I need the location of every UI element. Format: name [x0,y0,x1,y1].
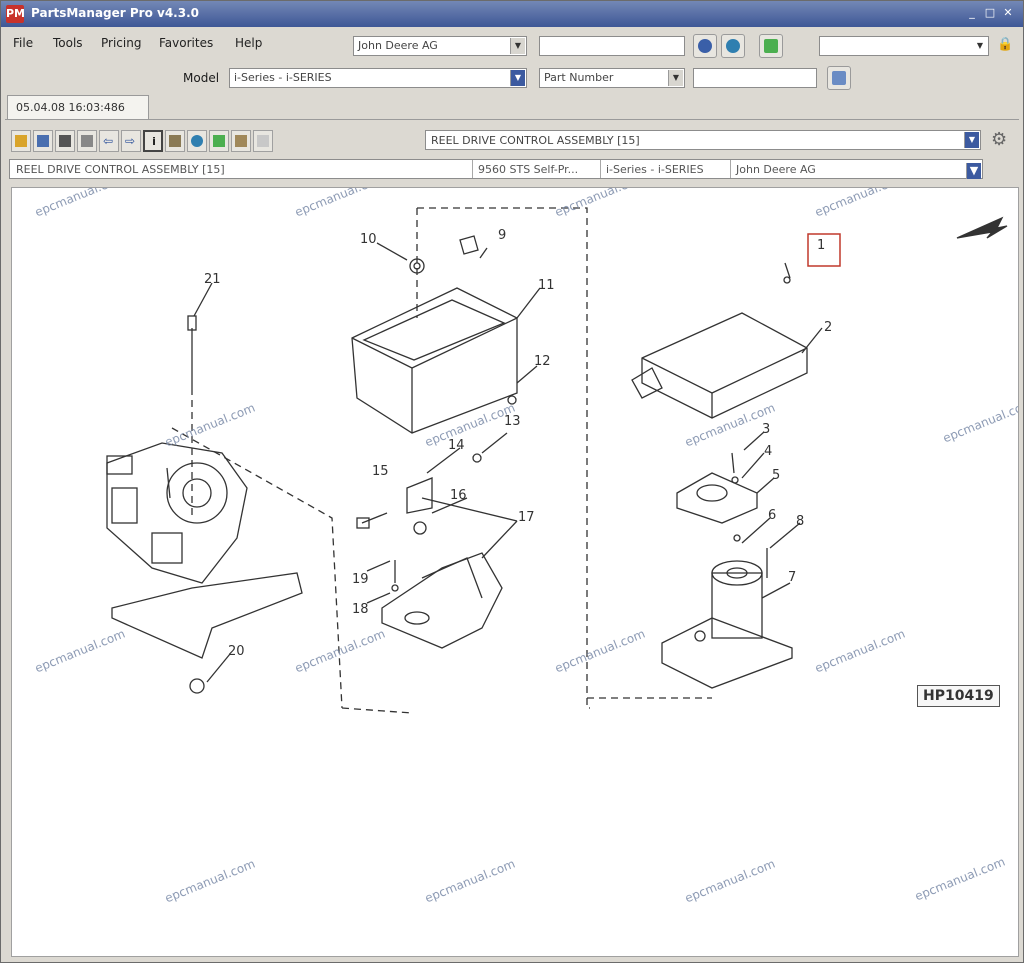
lock-icon[interactable]: 🔒 [997,37,1013,52]
callout-5[interactable]: 5 [772,468,780,483]
assembly-dropdown-icon[interactable]: ▼ [964,132,979,148]
bookmark-button[interactable] [209,130,229,152]
notes-icon [257,135,269,147]
home-button[interactable] [11,130,31,152]
app-window: PM PartsManager Pro v4.3.0 _ □ ✕ File To… [0,0,1024,963]
callout-7[interactable]: 7 [788,570,796,585]
callout-21[interactable]: 21 [204,272,221,287]
figure-id: HP10419 [917,685,1000,707]
callout-16[interactable]: 16 [450,488,467,503]
assembly-select[interactable]: REEL DRIVE CONTROL ASSEMBLY [15] ▼ [425,130,981,150]
dealer-select-value: John Deere AG [358,39,438,52]
forward-button[interactable]: ⇨ [121,130,141,152]
bookmark-icon [213,135,225,147]
callout-18[interactable]: 18 [352,602,369,617]
callout-2[interactable]: 2 [824,320,832,335]
callout-20[interactable]: 20 [228,644,245,659]
notes-button[interactable] [253,130,273,152]
callout-1[interactable]: 1 [817,238,825,253]
dealer-select[interactable]: John Deere AG ▼ [353,36,527,56]
title-bar: PM PartsManager Pro v4.3.0 _ □ ✕ [1,1,1023,27]
close-icon[interactable]: ✕ [1001,6,1015,20]
model-label: Model [183,71,220,85]
print-button[interactable] [77,130,97,152]
model-select-value: i-Series - i-SERIES [234,71,332,84]
right-dropdown-icon[interactable]: ▼ [973,38,987,54]
search-go-button[interactable] [693,34,717,58]
save-icon [59,135,71,147]
tab-session[interactable]: 05.04.08 16:03:486 [7,95,149,119]
menu-favorites[interactable]: Favorites [159,36,213,50]
window-title: PartsManager Pro v4.3.0 [31,6,199,20]
minimize-icon[interactable]: _ [965,6,979,20]
refresh-icon [726,39,740,53]
breadcrumb-separator [472,160,473,178]
breadcrumb-dealer: John Deere AG [736,163,816,176]
assembly-select-value: REEL DRIVE CONTROL ASSEMBLY [15] [431,134,640,147]
breadcrumb: REEL DRIVE CONTROL ASSEMBLY [15] 9560 ST… [9,159,983,179]
breadcrumb-series: i-Series - i-SERIES [606,163,704,176]
maximize-icon[interactable]: □ [983,6,997,20]
binoculars-icon [832,71,846,85]
favorite-icon [764,39,778,53]
zoom-button[interactable] [33,130,53,152]
save-button[interactable] [55,130,75,152]
breadcrumb-machine: 9560 STS Self-Pr... [478,163,579,176]
settings-icon[interactable]: ⚙ [991,129,1007,150]
callout-11[interactable]: 11 [538,278,555,293]
callout-6[interactable]: 6 [768,508,776,523]
app-logo-icon: PM [6,5,25,23]
part-number-input[interactable] [693,68,817,88]
info-button[interactable]: i [143,130,163,152]
callout-17[interactable]: 17 [518,510,535,525]
home-icon [15,135,27,147]
sync-icon [191,135,203,147]
callout-10[interactable]: 10 [360,232,377,247]
gear-icon [698,39,712,53]
menu-help[interactable]: Help [235,36,262,50]
info-icon: i [152,135,156,148]
arrow-right-icon: ⇨ [125,134,136,148]
list-icon [169,135,181,147]
add-favorite-button[interactable] [759,34,783,58]
right-select[interactable]: ▼ [819,36,989,56]
callout-4[interactable]: 4 [764,444,772,459]
model-dropdown-icon[interactable]: ▼ [510,70,525,86]
menu-tools[interactable]: Tools [53,36,83,50]
edit-icon [235,135,247,147]
search-by-select[interactable]: Part Number ▼ [539,68,685,88]
callout-15[interactable]: 15 [372,464,389,479]
tab-session-label: 05.04.08 16:03:486 [16,101,125,114]
exploded-view-drawing [106,207,1008,714]
back-button[interactable]: ⇦ [99,130,119,152]
list-button[interactable] [165,130,185,152]
menu-file[interactable]: File [13,36,33,50]
callout-19[interactable]: 19 [352,572,369,587]
parts-diagram[interactable]: 1 2 3 4 5 6 7 8 9 10 11 12 13 14 15 16 1… [11,187,1019,957]
breadcrumb-separator [600,160,601,178]
refresh-button[interactable] [721,34,745,58]
search-input[interactable] [539,36,685,56]
sync-button[interactable] [187,130,207,152]
zoom-icon [37,135,49,147]
edit-button[interactable] [231,130,251,152]
search-by-dropdown-icon[interactable]: ▼ [668,70,683,86]
part-search-button[interactable] [827,66,851,90]
search-by-value: Part Number [544,71,614,84]
tab-divider [5,119,1019,120]
breadcrumb-dropdown-icon[interactable]: ▼ [966,163,981,179]
callout-8[interactable]: 8 [796,514,804,529]
breadcrumb-assembly: REEL DRIVE CONTROL ASSEMBLY [15] [16,163,225,176]
callout-3[interactable]: 3 [762,422,770,437]
arrow-left-icon: ⇦ [103,134,114,148]
breadcrumb-separator [730,160,731,178]
dealer-dropdown-icon[interactable]: ▼ [510,38,525,54]
print-icon [81,135,93,147]
model-select[interactable]: i-Series - i-SERIES ▼ [229,68,527,88]
menu-pricing[interactable]: Pricing [101,36,141,50]
callout-12[interactable]: 12 [534,354,551,369]
callout-9[interactable]: 9 [498,228,506,243]
